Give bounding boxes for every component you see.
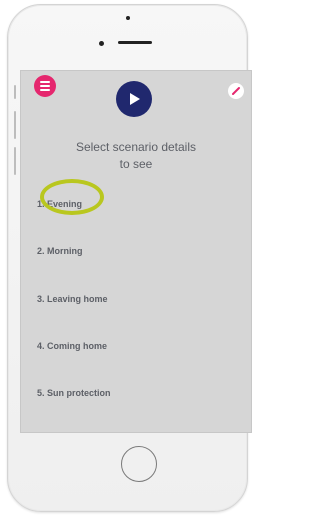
menu-button[interactable] bbox=[34, 75, 56, 97]
page-title: Select scenario details to see bbox=[21, 139, 251, 173]
app-screen: Select scenario details to see 1. Evenin… bbox=[20, 70, 252, 433]
play-icon bbox=[130, 93, 140, 105]
scenario-item-coming-home[interactable]: 4. Coming home bbox=[37, 341, 107, 351]
earpiece-speaker bbox=[118, 41, 152, 44]
home-button[interactable] bbox=[121, 446, 157, 482]
hamburger-icon bbox=[40, 81, 50, 83]
pencil-icon bbox=[232, 87, 240, 95]
mute-switch bbox=[14, 85, 16, 99]
highlight-circle bbox=[40, 179, 104, 215]
volume-up-button bbox=[14, 111, 16, 139]
edit-button[interactable] bbox=[228, 83, 244, 99]
scenario-item-leaving-home[interactable]: 3. Leaving home bbox=[37, 294, 108, 304]
front-camera bbox=[99, 41, 104, 46]
play-button[interactable] bbox=[116, 81, 152, 117]
title-line-1: Select scenario details bbox=[75, 140, 197, 154]
scenario-item-morning[interactable]: 2. Morning bbox=[37, 246, 83, 256]
volume-down-button bbox=[14, 147, 16, 175]
phone-frame: Select scenario details to see 1. Evenin… bbox=[7, 4, 252, 512]
scenario-item-evening[interactable]: 1. Evening bbox=[37, 199, 82, 209]
scenario-item-sun-protection[interactable]: 5. Sun protection bbox=[37, 388, 111, 398]
title-line-2: to see bbox=[119, 157, 153, 171]
sensor-dot bbox=[126, 16, 130, 20]
